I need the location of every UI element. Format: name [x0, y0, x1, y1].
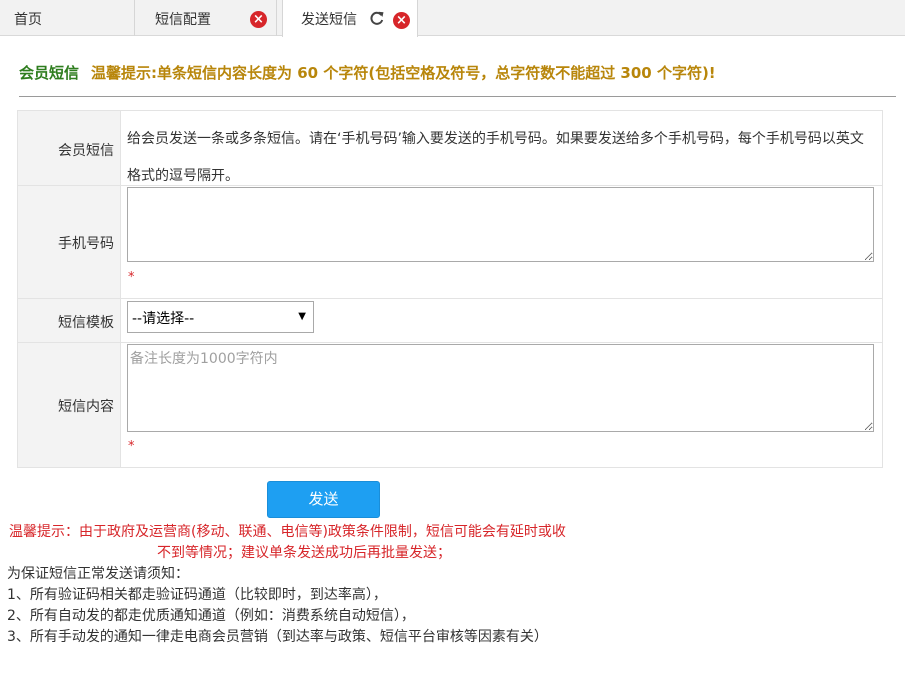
form-label-cell: 手机号码: [18, 186, 121, 298]
member-sms-description: 给会员发送一条或多条短信。请在‘手机号码’输入要发送的手机号码。如果要发送给多个…: [127, 131, 864, 184]
form-row-phone: 手机号码 *: [18, 186, 882, 299]
tab-send-sms[interactable]: 发送短信 ×: [282, 0, 418, 37]
member-sms-label: 会员短信: [58, 143, 114, 159]
tab-send-sms-label: 发送短信: [301, 12, 357, 28]
form-row-member: 会员短信 给会员发送一条或多条短信。请在‘手机号码’输入要发送的手机号码。如果要…: [18, 111, 882, 186]
header-divider: [19, 96, 896, 97]
length-tip: 温馨提示:单条短信内容长度为 60 个字符(包括空格及符号，总字符数不能超过 3…: [91, 64, 716, 82]
form-label-cell: 短信内容: [18, 343, 121, 467]
warning-text-line2: 不到等情况；建议单条发送成功后再批量发送；: [157, 545, 451, 561]
phone-numbers-input[interactable]: [127, 187, 874, 262]
form-row-content: 短信内容 *: [18, 343, 882, 467]
refresh-icon[interactable]: [369, 10, 385, 26]
sms-content-input[interactable]: [127, 344, 874, 432]
form-label-cell: 短信模板: [18, 299, 121, 342]
required-mark: *: [128, 439, 135, 454]
tab-bar: 首页 短信配置 × 发送短信 ×: [0, 0, 905, 37]
send-button[interactable]: 发送: [267, 481, 380, 518]
tab-home[interactable]: 首页: [0, 0, 135, 36]
note-item: 1、所有验证码相关都走验证码通道（比较即时，到达率高），: [7, 587, 387, 603]
tab-home-label: 首页: [14, 12, 42, 28]
required-mark: *: [128, 270, 135, 285]
phone-label: 手机号码: [58, 236, 114, 252]
sms-form: 会员短信 给会员发送一条或多条短信。请在‘手机号码’输入要发送的手机号码。如果要…: [17, 110, 883, 468]
tab-sms-config[interactable]: 短信配置 ×: [136, 0, 277, 36]
page-title: 会员短信: [19, 64, 80, 82]
notes-title: 为保证短信正常发送请须知：: [7, 566, 189, 582]
close-icon[interactable]: ×: [393, 12, 410, 29]
form-row-template: 短信模板 --请选择-- ▼: [18, 299, 882, 343]
note-item: 2、所有自动发的都走优质通知通道（例如：消费系统自动短信），: [7, 608, 415, 624]
warning-text-line1: 温馨提示：由于政府及运营商(移动、联通、电信等)政策条件限制，短信可能会有延时或…: [9, 524, 566, 540]
tab-sms-config-label: 短信配置: [155, 12, 211, 28]
template-label: 短信模板: [58, 315, 114, 331]
chevron-down-icon: ▼: [298, 311, 306, 322]
close-icon[interactable]: ×: [250, 11, 267, 28]
page-header: 会员短信 温馨提示:单条短信内容长度为 60 个字符(包括空格及符号，总字符数不能…: [19, 62, 716, 83]
template-selected-value: --请选择--: [132, 311, 195, 327]
note-item: 3、所有手动发的通知一律走电商会员营销（到达率与政策、短信平台审核等因素有关）: [7, 629, 548, 645]
template-select[interactable]: --请选择-- ▼: [127, 301, 314, 333]
content-label: 短信内容: [58, 399, 114, 415]
form-label-cell: 会员短信: [18, 111, 121, 185]
